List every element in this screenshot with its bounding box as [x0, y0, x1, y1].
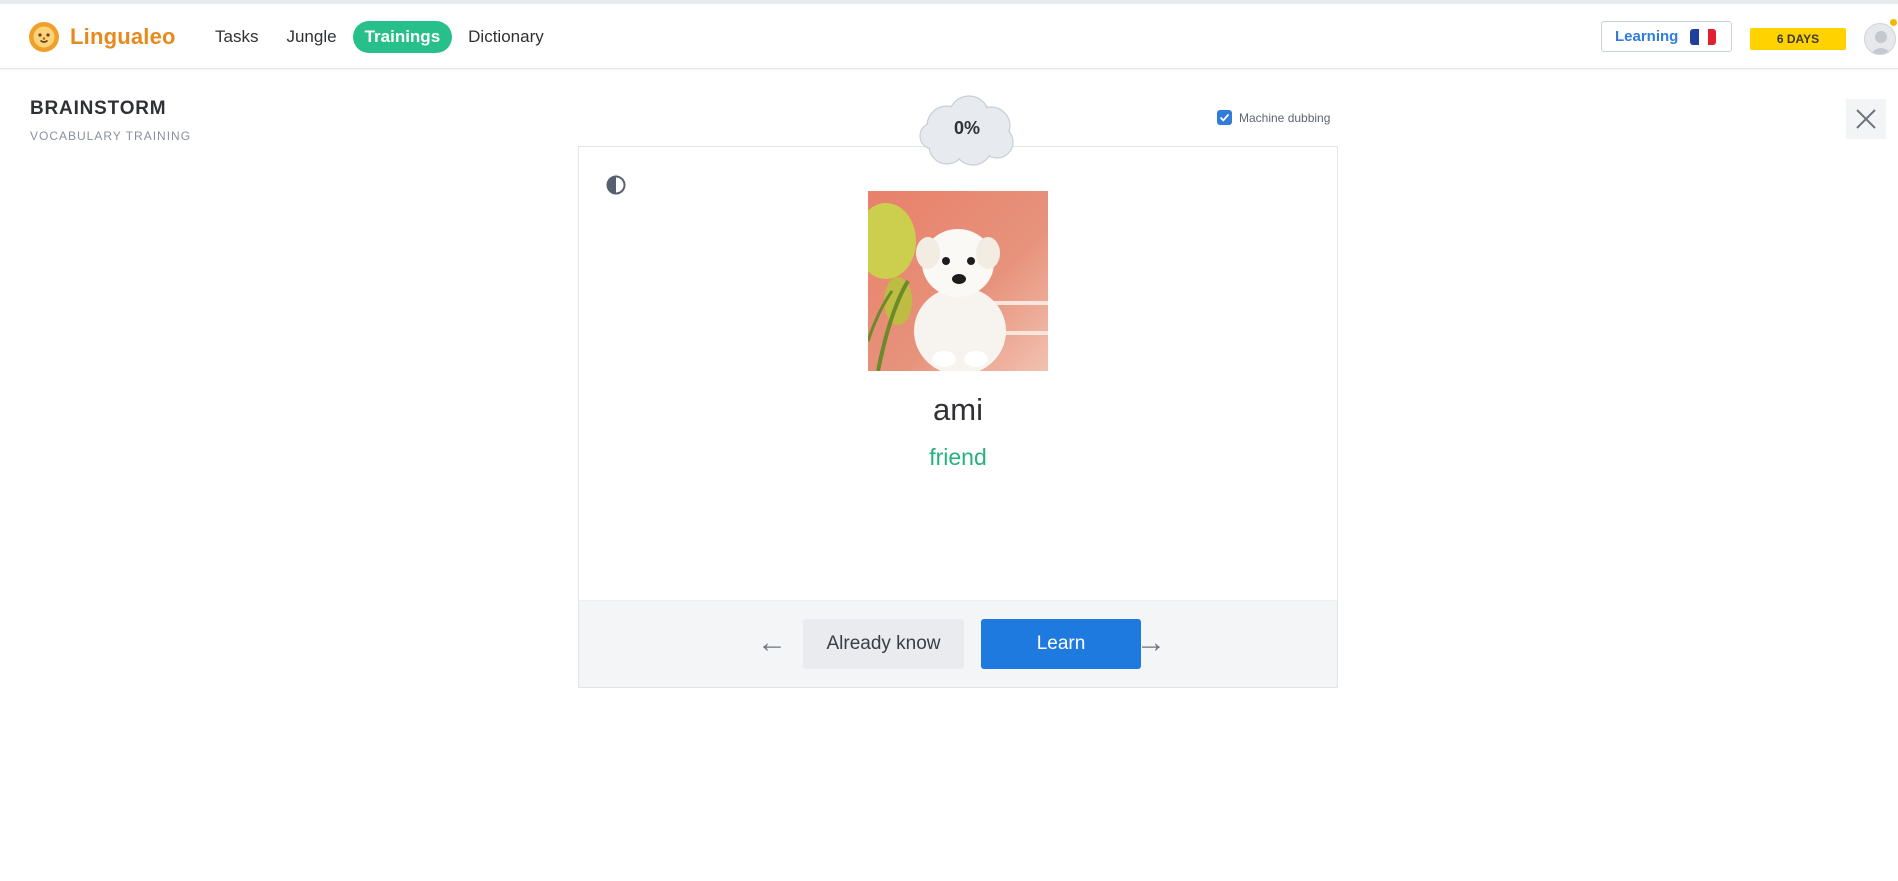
page-title: BRAINSTORM [30, 98, 167, 119]
dubbing-checkbox[interactable] [1217, 110, 1232, 125]
already-know-button[interactable]: Already know [803, 619, 964, 669]
dubbing-label: Machine dubbing [1239, 110, 1331, 125]
page-subtitle: VOCABULARY TRAINING [30, 129, 192, 143]
streak-badge[interactable]: 6 DAYS [1750, 28, 1846, 50]
learn-button[interactable]: Learn [981, 619, 1141, 669]
avatar[interactable] [1864, 23, 1896, 55]
lion-logo-icon [28, 21, 60, 53]
card-actions: ← Already know Learn → [579, 600, 1337, 687]
progress-label: 0% [953, 118, 980, 138]
word-text: ami [933, 392, 983, 427]
previous-arrow-icon[interactable]: ← [752, 623, 792, 663]
france-flag-icon [1690, 28, 1717, 45]
word-image [868, 191, 1048, 371]
next-arrow-icon[interactable]: → [1131, 623, 1171, 663]
nav-dictionary[interactable]: Dictionary [456, 21, 556, 53]
close-button[interactable] [1846, 99, 1886, 139]
translation-text: friend [929, 444, 987, 470]
contrast-icon[interactable] [606, 175, 626, 195]
close-icon [1856, 109, 1876, 129]
nav-tasks[interactable]: Tasks [203, 21, 270, 53]
machine-dubbing-toggle[interactable]: Machine dubbing [1217, 110, 1330, 125]
puppy-image [868, 191, 1048, 371]
check-icon [1219, 113, 1230, 122]
nav-trainings[interactable]: Trainings [352, 21, 453, 53]
main-nav: Tasks Jungle Trainings Dictionary [203, 21, 560, 53]
learning-label: Learning [1615, 28, 1679, 45]
word-card: ami friend ← Already know Learn → [578, 146, 1338, 688]
nav-jungle[interactable]: Jungle [274, 21, 348, 53]
user-avatar-icon [1870, 31, 1892, 54]
top-header: Lingualeo Tasks Jungle Trainings Diction… [0, 0, 1898, 69]
learning-language-button[interactable]: Learning [1601, 21, 1732, 52]
notification-dot [1889, 18, 1898, 27]
logo[interactable]: Lingualeo [28, 21, 176, 53]
logo-text: Lingualeo [70, 24, 176, 49]
